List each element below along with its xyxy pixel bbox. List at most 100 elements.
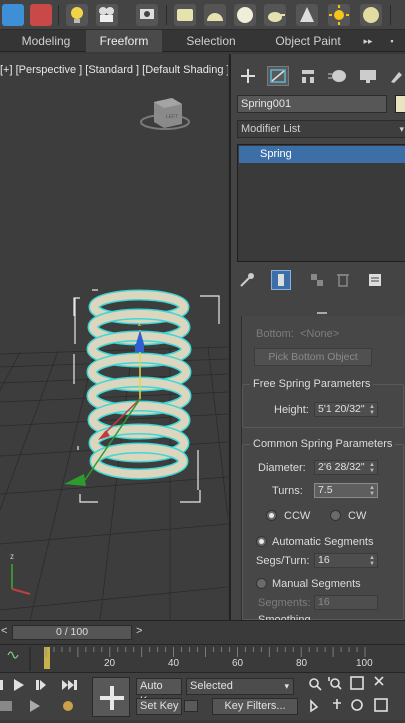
cw-label: CW	[348, 510, 367, 522]
camera-icon[interactable]	[96, 4, 118, 26]
tick-label-100: 100	[356, 658, 373, 669]
show-end-result-icon[interactable]	[271, 270, 291, 290]
prev-frame-icon[interactable]: <	[1, 625, 7, 637]
tab-modeling[interactable]: Modeling	[8, 30, 84, 52]
playback-buttons	[0, 679, 77, 712]
object-color-swatch[interactable]	[395, 95, 405, 113]
stack-toolbar	[231, 268, 405, 294]
segs-turn-value: 16	[318, 554, 330, 566]
bottom-label: Bottom:	[256, 328, 294, 340]
motion-icon[interactable]	[327, 66, 349, 86]
pin-stack-icon[interactable]	[237, 270, 257, 290]
spring-parameters-rollout: Bottom: <None> Pick Bottom Object Free S…	[241, 316, 405, 620]
common-spring-title: Common Spring Parameters	[250, 438, 396, 450]
diameter-value: 2'6 28/32"	[318, 461, 365, 473]
object-name-field[interactable]: Spring001	[237, 95, 387, 113]
sun-icon[interactable]	[328, 4, 350, 26]
bottom-value: <None>	[300, 328, 340, 340]
manual-segments-label: Manual Segments	[272, 578, 361, 590]
turns-value: 7.5	[318, 484, 333, 496]
display-icon[interactable]	[357, 66, 379, 86]
diameter-spinner[interactable]: 2'6 28/32" ▲ ▼	[314, 460, 378, 475]
cone-icon[interactable]	[296, 4, 318, 26]
segs-turn-spinner[interactable]: 16 ▲ ▼	[314, 553, 378, 568]
panel-scroll-grip[interactable]	[317, 312, 327, 314]
make-unique-icon[interactable]	[307, 270, 327, 290]
svg-text:z: z	[138, 321, 142, 328]
remove-modifier-icon[interactable]	[333, 270, 353, 290]
configure-sets-icon[interactable]	[365, 270, 385, 290]
auto-key-button[interactable]: Auto Key	[136, 678, 182, 707]
material-sphere-icon[interactable]	[360, 4, 382, 26]
ccw-radio[interactable]	[266, 510, 277, 521]
diameter-label: Diameter:	[258, 462, 306, 474]
box-icon[interactable]	[174, 4, 196, 26]
spinner-arrows-icon: ▲ ▼	[369, 555, 375, 567]
modify-icon[interactable]	[267, 66, 289, 86]
modifier-stack[interactable]: Spring	[237, 144, 405, 262]
time-slider-bar: < 0 / 100 >	[0, 620, 405, 644]
svg-text:LEFT: LEFT	[166, 114, 178, 120]
spinner-arrows-icon: ▲ ▼	[369, 462, 375, 474]
svg-text:z: z	[10, 552, 14, 561]
free-spring-title: Free Spring Parameters	[250, 378, 374, 390]
viewcube: LEFT	[140, 98, 190, 130]
track-ruler	[7, 647, 366, 671]
chevron-down-icon: ▾	[399, 124, 404, 134]
world-axis-gizmo: z	[10, 552, 31, 595]
next-frame-icon[interactable]: >	[136, 625, 142, 637]
tick-label-20: 20	[104, 658, 116, 669]
tab-object-paint[interactable]: Object Paint	[260, 30, 356, 52]
segments-spinner[interactable]: 16	[314, 595, 378, 610]
pick-bottom-object-button[interactable]: Pick Bottom Object	[254, 348, 372, 366]
tab-selection[interactable]: Selection	[170, 30, 252, 52]
tick-label-60: 60	[232, 658, 244, 669]
spinner-arrows-icon: ▲ ▼	[369, 404, 375, 416]
key-filters-button[interactable]: Key Filters...	[212, 698, 298, 715]
animation-controls: Auto Key Set Key Selected ▾ Key Filters.…	[0, 672, 405, 720]
height-label: Height:	[274, 404, 309, 416]
segs-turn-label: Segs/Turn:	[256, 555, 310, 567]
selection-set-dropdown[interactable]: Selected ▾	[186, 678, 294, 695]
main-toolbar	[0, 0, 405, 30]
automatic-segments-label: Automatic Segments	[272, 536, 374, 548]
helper-icon[interactable]	[136, 4, 158, 26]
viewport-perspective[interactable]: z LEFT z [+] [Perspective] [Standard] …	[0, 54, 228, 620]
light-bulb-icon[interactable]	[66, 4, 88, 26]
viewport-navigation	[309, 676, 388, 713]
manual-segments-radio[interactable]	[256, 578, 267, 589]
key-icon[interactable]	[184, 700, 198, 712]
chevron-down-icon: ▾	[284, 681, 289, 691]
modifier-list-dropdown[interactable]: Modifier List ▾	[237, 120, 405, 138]
create-icon[interactable]	[237, 66, 259, 86]
stack-item-spring[interactable]: Spring	[239, 146, 405, 163]
track-bar[interactable]: 20 40 60 80 100	[0, 644, 405, 672]
sphere-icon[interactable]	[234, 4, 256, 26]
ribbon-options-icon[interactable]: ▪	[382, 30, 402, 52]
selection-set-value: Selected	[190, 680, 233, 692]
automatic-segments-radio[interactable]	[256, 536, 267, 547]
turns-spinner[interactable]: 7.5 ▲ ▼	[314, 483, 378, 498]
set-key-button[interactable]: Set Key	[136, 698, 182, 715]
tick-label-80: 80	[296, 658, 308, 669]
teapot-icon[interactable]	[264, 4, 286, 26]
ribbon-tabs: Modeling Freeform Selection Object Paint…	[0, 30, 405, 52]
hemisphere-icon[interactable]	[204, 4, 226, 26]
command-panel: Spring001 Modifier List ▾ Spring Bottom:…	[229, 54, 405, 620]
render-setup-icon[interactable]	[30, 4, 52, 26]
cw-radio[interactable]	[330, 510, 341, 521]
ribbon-more-button[interactable]: ▸▸	[358, 30, 378, 52]
utilities-icon[interactable]	[385, 66, 405, 86]
height-value: 5'1 20/32"	[318, 403, 365, 415]
app-icon[interactable]	[2, 4, 24, 26]
tab-freeform[interactable]: Freeform	[86, 30, 162, 52]
viewport-label[interactable]: [+] [Perspective ] [Standard ] [Default …	[0, 64, 228, 76]
hierarchy-icon[interactable]	[297, 66, 319, 86]
turns-label: Turns:	[272, 485, 303, 497]
height-spinner[interactable]: 5'1 20/32" ▲ ▼	[314, 402, 378, 417]
set-key-mode-button[interactable]	[92, 677, 130, 717]
segments-label: Segments:	[258, 597, 311, 609]
ccw-label: CCW	[284, 510, 311, 522]
time-slider[interactable]: 0 / 100	[12, 625, 132, 640]
modifier-list-label: Modifier List	[241, 123, 301, 135]
